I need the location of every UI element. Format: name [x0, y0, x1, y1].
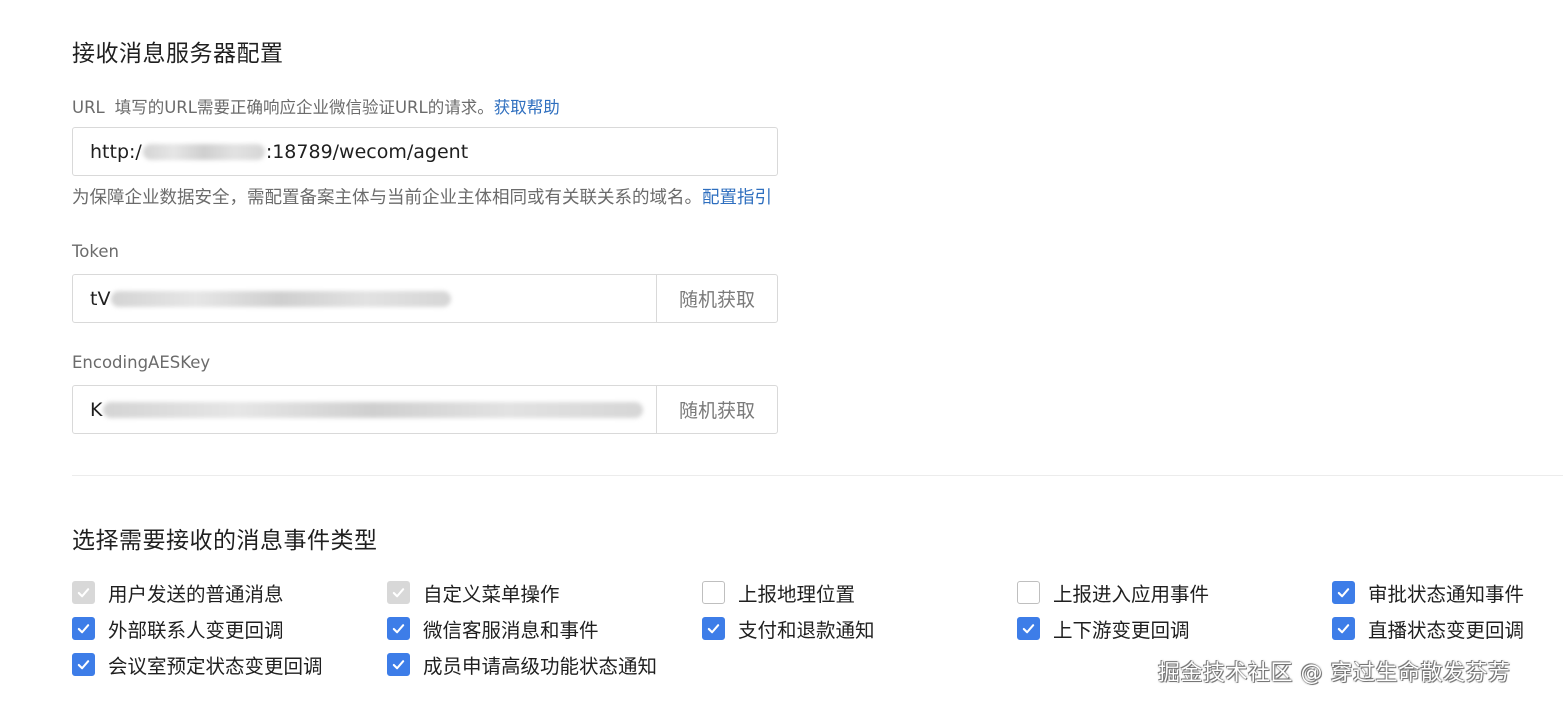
redacted-token [111, 290, 452, 307]
redacted-aes-key [103, 401, 644, 418]
url-label-row: URL 填写的URL需要正确响应企业微信验证URL的请求。获取帮助 [72, 94, 560, 118]
checkbox [387, 580, 410, 604]
server-config-title: 接收消息服务器配置 [72, 41, 284, 67]
url-input[interactable]: http:/ :18789/wecom/agent [72, 127, 778, 176]
event-checkbox-item[interactable]: 上报地理位置 [702, 579, 856, 606]
checkbox-label: 成员申请高级功能状态通知 [423, 654, 658, 678]
token-field: tV 随机获取 [72, 274, 778, 323]
url-hint: 填写的URL需要正确响应企业微信验证URL的请求。 [114, 98, 494, 117]
url-label: URL [72, 98, 105, 117]
event-checkbox-item[interactable]: 上报进入应用事件 [1017, 579, 1210, 606]
check-icon [392, 587, 405, 597]
checkbox[interactable] [1017, 580, 1040, 604]
redacted-host [142, 143, 265, 160]
aes-random-button[interactable]: 随机获取 [656, 386, 777, 433]
event-checkbox-item[interactable]: 审批状态通知事件 [1332, 579, 1525, 606]
event-checkbox-item[interactable]: 成员申请高级功能状态通知 [387, 651, 658, 678]
checkbox[interactable] [387, 616, 410, 640]
config-guide-link[interactable]: 配置指引 [702, 188, 772, 208]
check-icon [392, 623, 405, 633]
domain-note: 为保障企业数据安全，需配置备案主体与当前企业主体相同或有关联关系的域名。配置指引 [72, 184, 772, 209]
aes-input[interactable]: K [73, 386, 656, 433]
event-checkbox-item: 用户发送的普通消息 [72, 579, 284, 606]
url-value-prefix: http:/ [90, 140, 142, 163]
checkbox [72, 580, 95, 604]
checkbox-label: 上报进入应用事件 [1053, 582, 1210, 606]
check-icon [1337, 587, 1350, 597]
checkbox-label: 上下游变更回调 [1053, 618, 1190, 642]
check-icon [77, 623, 90, 633]
event-checkbox-item[interactable]: 外部联系人变更回调 [72, 615, 284, 642]
events-title: 选择需要接收的消息事件类型 [72, 528, 378, 554]
checkbox-label: 直播状态变更回调 [1368, 618, 1525, 642]
check-icon [707, 623, 720, 633]
event-checkbox-item: 自定义菜单操作 [387, 579, 560, 606]
checkbox-label: 自定义菜单操作 [423, 582, 560, 606]
url-value-suffix: :18789/wecom/agent [265, 140, 469, 163]
event-checkbox-item[interactable]: 上下游变更回调 [1017, 615, 1190, 642]
checkbox-label: 外部联系人变更回调 [108, 618, 284, 642]
domain-note-text: 为保障企业数据安全，需配置备案主体与当前企业主体相同或有关联关系的域名。 [72, 188, 702, 208]
watermark: 掘金技术社区 @ 穿过生命散发芬芳 [1158, 661, 1511, 686]
checkbox[interactable] [702, 616, 725, 640]
checkbox-label: 支付和退款通知 [738, 618, 875, 642]
event-checkbox-item[interactable]: 微信客服消息和事件 [387, 615, 599, 642]
checkbox[interactable] [72, 652, 95, 676]
aes-label: EncodingAESKey [72, 353, 211, 372]
checkbox[interactable] [387, 652, 410, 676]
token-input[interactable]: tV [73, 275, 656, 322]
aes-field: K 随机获取 [72, 385, 778, 434]
url-input-value[interactable]: http:/ :18789/wecom/agent [73, 128, 777, 175]
event-checkbox-item[interactable]: 直播状态变更回调 [1332, 615, 1525, 642]
check-icon [77, 587, 90, 597]
checkbox[interactable] [72, 616, 95, 640]
checkbox-label: 审批状态通知事件 [1368, 582, 1525, 606]
token-label: Token [72, 242, 119, 261]
check-icon [77, 659, 90, 669]
section-divider [72, 475, 1563, 476]
event-checkbox-item[interactable]: 会议室预定状态变更回调 [72, 651, 323, 678]
checkbox[interactable] [1332, 580, 1355, 604]
checkbox[interactable] [1332, 616, 1355, 640]
checkbox-label: 用户发送的普通消息 [108, 582, 284, 606]
event-checkbox-item[interactable]: 支付和退款通知 [702, 615, 875, 642]
aes-value-prefix: K [90, 398, 103, 421]
checkbox[interactable] [1017, 616, 1040, 640]
token-value-prefix: tV [90, 287, 111, 310]
checkbox-label: 上报地理位置 [738, 582, 856, 606]
check-icon [392, 659, 405, 669]
checkbox-label: 微信客服消息和事件 [423, 618, 599, 642]
check-icon [1022, 623, 1035, 633]
checkbox-label: 会议室预定状态变更回调 [108, 654, 323, 678]
check-icon [1337, 623, 1350, 633]
checkbox[interactable] [702, 580, 725, 604]
token-random-button[interactable]: 随机获取 [656, 275, 777, 322]
help-link[interactable]: 获取帮助 [494, 98, 560, 117]
